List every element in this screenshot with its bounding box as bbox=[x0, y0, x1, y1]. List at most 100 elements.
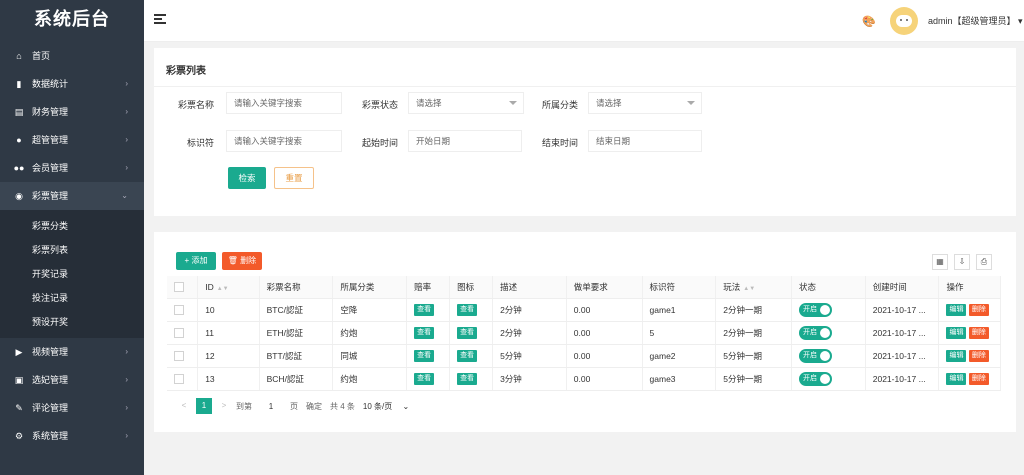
cell-status: 开启 bbox=[791, 321, 866, 345]
sidebar-item[interactable]: ▤ 财务管理 › bbox=[0, 98, 144, 126]
home-icon: ⌂ bbox=[16, 51, 22, 61]
page-jump-input[interactable]: 1 bbox=[260, 402, 282, 411]
sidebar-item[interactable]: ▮ 数据统计 › bbox=[0, 70, 144, 98]
submenu-item[interactable]: 开奖记录 bbox=[0, 262, 144, 286]
sidebar-item[interactable]: ▣ 选妃管理 › bbox=[0, 366, 144, 394]
sidebar-item[interactable]: ⌂ 首页 bbox=[0, 42, 144, 70]
cell-name: BTC/認証 bbox=[259, 298, 334, 322]
chevron-icon: › bbox=[125, 431, 128, 440]
cell-category: 同城 bbox=[332, 344, 408, 368]
columns-filter-icon[interactable]: ▦ bbox=[932, 254, 948, 270]
search-button[interactable]: 检索 bbox=[228, 167, 266, 189]
cell-id: 13 bbox=[197, 367, 260, 391]
per-page-select[interactable]: 10 条/页 ⌄ bbox=[363, 401, 409, 412]
view-odds-button[interactable]: 查看 bbox=[414, 350, 435, 362]
menu-toggle-icon[interactable] bbox=[154, 14, 166, 24]
page-unit: 页 bbox=[290, 401, 298, 411]
reset-button[interactable]: 重置 bbox=[274, 167, 314, 189]
view-icon-button[interactable]: 查看 bbox=[457, 304, 478, 316]
print-icon[interactable]: ⎙ bbox=[976, 254, 992, 270]
cell-code: game1 bbox=[642, 298, 717, 322]
sidebar-item-label: 系统管理 bbox=[32, 431, 69, 441]
cell-name: BTT/認証 bbox=[259, 344, 334, 368]
delete-button[interactable]: 删除 bbox=[968, 327, 989, 339]
submenu-item[interactable]: 彩票列表 bbox=[0, 238, 144, 262]
status-toggle[interactable]: 开启 bbox=[799, 302, 833, 317]
start-date-input[interactable]: 开始日期 bbox=[408, 130, 522, 152]
row-checkbox[interactable] bbox=[167, 321, 199, 345]
view-icon-button[interactable]: 查看 bbox=[457, 327, 478, 339]
sidebar-item[interactable]: ● 超管管理 › bbox=[0, 126, 144, 154]
sidebar-item[interactable]: ✎ 评论管理 › bbox=[0, 394, 144, 422]
video-icon: ▶ bbox=[15, 347, 23, 357]
row-checkbox[interactable] bbox=[167, 344, 199, 368]
view-icon-button[interactable]: 查看 bbox=[457, 350, 478, 362]
sidebar-item[interactable]: ▶ 视频管理 › bbox=[0, 338, 144, 366]
row-checkbox[interactable] bbox=[167, 298, 199, 322]
submenu-item[interactable]: 预设开奖 bbox=[0, 310, 144, 334]
code-search-input[interactable]: 请输入关键字搜索 bbox=[226, 130, 342, 152]
page-1-button[interactable]: 1 bbox=[196, 398, 212, 414]
bulk-delete-button[interactable]: 🗑 删除 bbox=[222, 252, 262, 270]
status-toggle[interactable]: 开启 bbox=[799, 348, 833, 363]
view-odds-button[interactable]: 查看 bbox=[414, 327, 435, 339]
chevron-icon: › bbox=[125, 347, 128, 356]
status-toggle[interactable]: 开启 bbox=[799, 371, 833, 386]
user-menu[interactable]: admin【超级管理员】 ▾ bbox=[928, 14, 1023, 27]
theme-palette-icon[interactable]: 🎨 bbox=[862, 15, 876, 28]
edit-button[interactable]: 编辑 bbox=[946, 327, 967, 339]
sidebar-item-label: 首页 bbox=[32, 51, 51, 61]
category-select[interactable]: 请选择 bbox=[588, 92, 702, 114]
cell-category: 约炮 bbox=[332, 367, 408, 391]
sort-icon[interactable]: ▲▼ bbox=[217, 286, 229, 292]
delete-button[interactable]: 删除 bbox=[968, 373, 989, 385]
col-actions: 操作 bbox=[938, 276, 1001, 299]
status-value: 请选择 bbox=[416, 98, 442, 108]
view-odds-button[interactable]: 查看 bbox=[414, 373, 435, 385]
status-toggle[interactable]: 开启 bbox=[799, 325, 833, 340]
sort-icon[interactable]: ▲▼ bbox=[743, 286, 755, 292]
prev-page-button[interactable]: < bbox=[176, 398, 192, 414]
cell-play: 5分钟一期 bbox=[715, 344, 793, 368]
delete-button[interactable]: 删除 bbox=[968, 304, 989, 316]
avatar[interactable] bbox=[890, 7, 918, 35]
view-icon-button[interactable]: 查看 bbox=[457, 373, 478, 385]
submenu-item[interactable]: 彩票分类 bbox=[0, 214, 144, 238]
delete-button[interactable]: 删除 bbox=[968, 350, 989, 362]
sidebar-nav: ⌂ 首页 ▮ 数据统计 › ▤ 财务管理 › ● 超管管理 › ●● 会员管理 › ◉ 彩票管理 ⌄ 彩票分类 彩票… bbox=[0, 42, 144, 450]
col-play[interactable]: 玩法 ▲▼ bbox=[715, 276, 793, 299]
view-odds-button[interactable]: 查看 bbox=[414, 304, 435, 316]
code-label: 标识符 bbox=[186, 138, 214, 148]
select-all-checkbox[interactable] bbox=[167, 276, 199, 299]
category-label: 所属分类 bbox=[541, 100, 578, 110]
submenu: 彩票分类 彩票列表 开奖记录 投注记录 预设开奖 bbox=[0, 210, 144, 338]
sidebar-item[interactable]: ●● 会员管理 › bbox=[0, 154, 144, 182]
next-page-button[interactable]: > bbox=[216, 398, 232, 414]
cell-id: 12 bbox=[197, 344, 260, 368]
chevron-down-icon bbox=[687, 101, 695, 105]
chevron-icon: › bbox=[125, 79, 128, 88]
sidebar-item[interactable]: ⚙ 系统管理 › bbox=[0, 422, 144, 450]
status-select[interactable]: 请选择 bbox=[408, 92, 524, 114]
sidebar-item[interactable]: ◉ 彩票管理 ⌄ bbox=[0, 182, 144, 210]
cell-name: ETH/認証 bbox=[259, 321, 334, 345]
cell-icon: 查看 bbox=[449, 298, 494, 322]
cell-id: 10 bbox=[197, 298, 260, 322]
row-checkbox[interactable] bbox=[167, 367, 199, 391]
edit-button[interactable]: 编辑 bbox=[946, 350, 967, 362]
chevron-down-icon bbox=[509, 101, 517, 105]
col-id[interactable]: ID ▲▼ bbox=[197, 276, 260, 299]
col-label: ID bbox=[205, 281, 214, 292]
export-icon[interactable]: ⇩ bbox=[954, 254, 970, 270]
edit-button[interactable]: 编辑 bbox=[946, 304, 967, 316]
name-search-input[interactable]: 请输入关键字搜索 bbox=[226, 92, 342, 114]
user-icon: ● bbox=[16, 135, 22, 145]
edit-button[interactable]: 编辑 bbox=[946, 373, 967, 385]
table-row: 10 BTC/認証 空降 查看 查看 2分钟 0.00 game1 2分钟一期 开启 2021-10… bbox=[167, 298, 1001, 322]
end-date-input[interactable]: 结束日期 bbox=[588, 130, 702, 152]
cell-created: 2021-10-17 ... bbox=[865, 367, 940, 391]
submenu-item[interactable]: 投注记录 bbox=[0, 286, 144, 310]
cell-icon: 查看 bbox=[449, 367, 494, 391]
add-button[interactable]: + 添加 bbox=[176, 252, 216, 270]
page-confirm-button[interactable]: 确定 bbox=[306, 401, 322, 412]
